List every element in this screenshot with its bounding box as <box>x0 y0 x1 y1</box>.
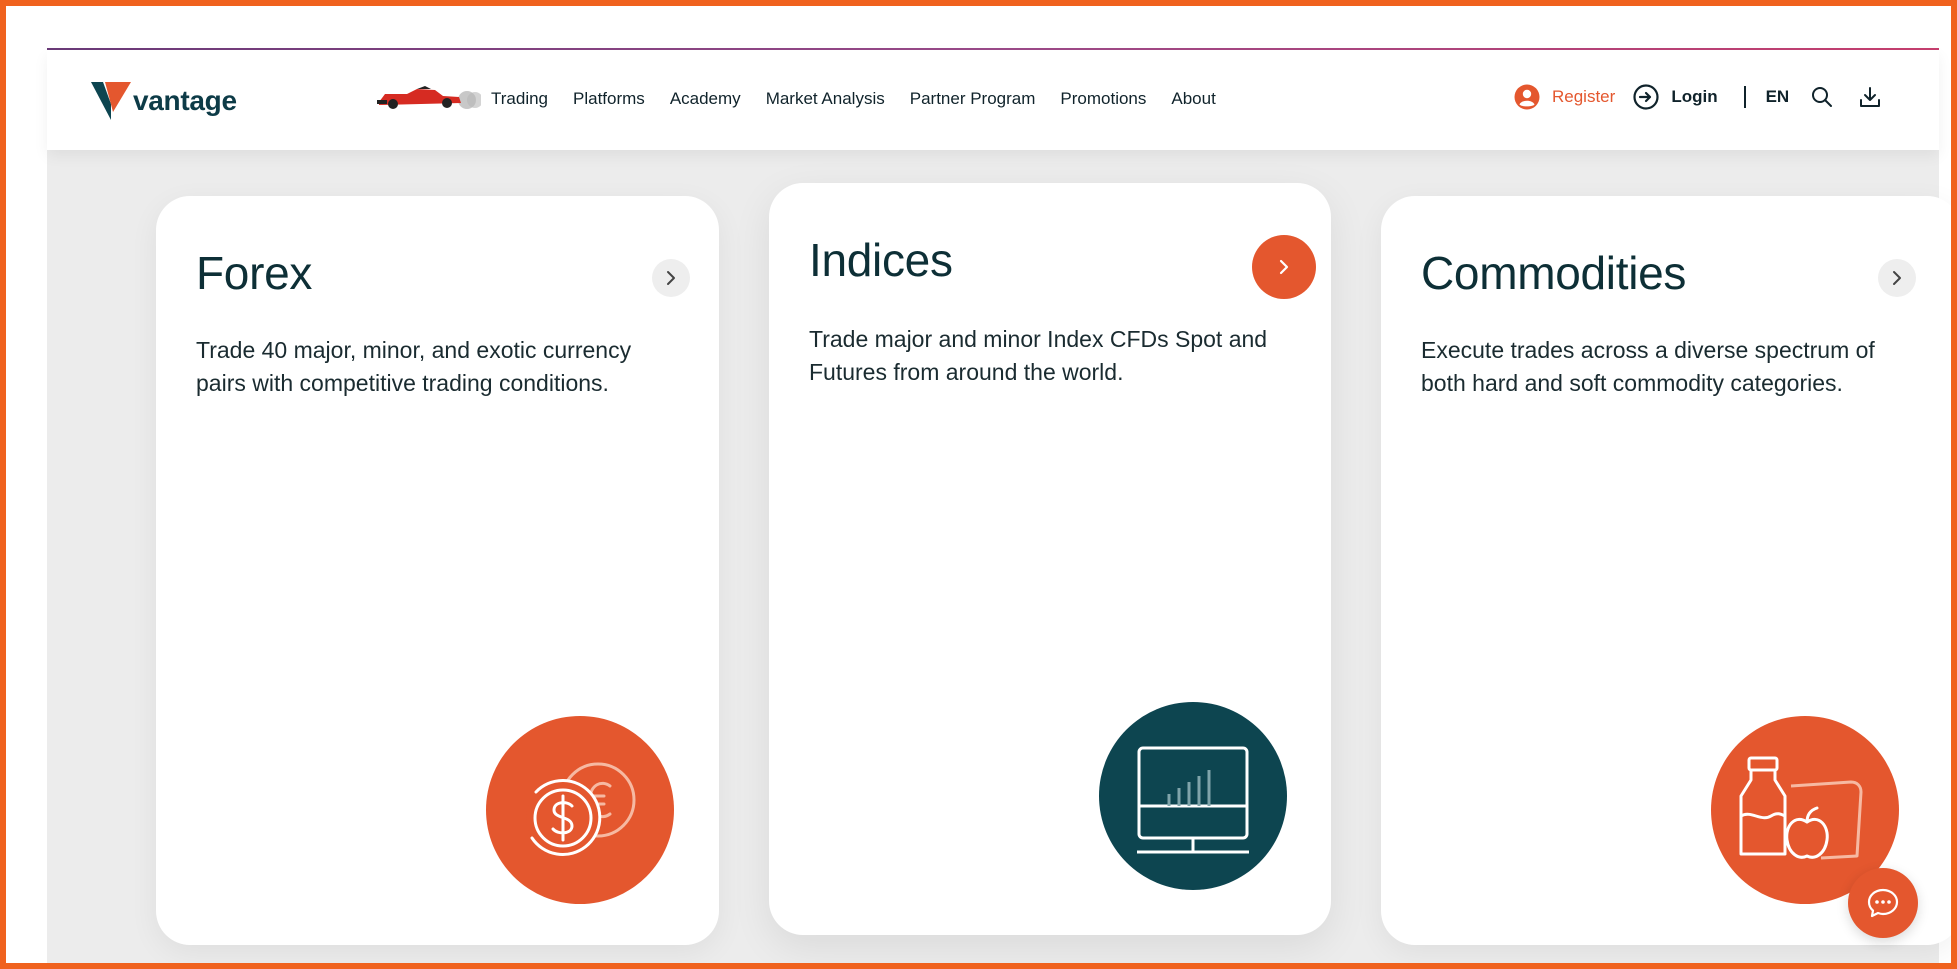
card-title: Commodities <box>1421 247 1687 299</box>
menu-item-academy[interactable]: Academy <box>670 89 741 109</box>
vantage-logo[interactable]: vantage <box>91 82 237 120</box>
chevron-right-icon <box>1893 271 1901 285</box>
menu-item-about[interactable]: About <box>1171 89 1215 109</box>
monitor-chart-icon <box>1099 702 1287 890</box>
card-title: Indices <box>809 234 953 286</box>
forex-arrow-button[interactable] <box>652 259 690 297</box>
menu-item-platforms[interactable]: Platforms <box>573 89 645 109</box>
card-title: Forex <box>196 247 313 299</box>
download-icon <box>1860 87 1881 107</box>
register-button[interactable]: Register <box>1514 84 1615 110</box>
nav-actions: Register Login EN <box>1514 84 1881 110</box>
search-icon <box>1812 87 1833 107</box>
menu-item-market-analysis[interactable]: Market Analysis <box>766 89 885 109</box>
racing-car-icon[interactable] <box>377 86 483 115</box>
chevron-right-icon <box>667 271 675 285</box>
download-button[interactable] <box>1859 86 1881 108</box>
chat-button[interactable] <box>1848 868 1918 938</box>
search-button[interactable] <box>1811 86 1833 108</box>
commodities-arrow-button[interactable] <box>1878 259 1916 297</box>
menu-item-promotions[interactable]: Promotions <box>1060 89 1146 109</box>
card-description: Trade major and minor Index CFDs Spot an… <box>809 326 1268 385</box>
language-selector[interactable]: EN <box>1766 87 1790 107</box>
nav-divider <box>1743 86 1746 108</box>
page-frame: vantage Trading Platforms Academy Market… <box>0 0 1957 969</box>
chat-bubble-icon <box>1867 888 1899 918</box>
menu-item-trading[interactable]: Trading <box>491 89 548 109</box>
commodities-card[interactable]: Commodities Execute trades across a dive… <box>1381 196 1951 945</box>
register-label: Register <box>1552 87 1616 106</box>
login-button[interactable]: Login <box>1633 84 1718 110</box>
login-label: Login <box>1671 87 1718 106</box>
vantage-logo-icon <box>91 82 131 120</box>
login-icon <box>1633 84 1659 110</box>
forex-card[interactable]: Forex Trade 40 major, minor, and exotic … <box>156 196 719 945</box>
menu-item-partner-program[interactable]: Partner Program <box>910 89 1036 109</box>
card-description: Trade 40 major, minor, and exotic curren… <box>196 337 632 396</box>
product-cards-section: Forex Trade 40 major, minor, and exotic … <box>47 150 1951 963</box>
indices-card[interactable]: Indices Trade major and minor Index CFDs… <box>769 183 1331 935</box>
main-menu: Trading Platforms Academy Market Analysi… <box>491 89 1216 109</box>
chevron-right-icon <box>1279 259 1289 275</box>
navigation-bar: vantage Trading Platforms Academy Market… <box>47 50 1939 150</box>
brand-name: vantage <box>133 85 237 116</box>
indices-arrow-button[interactable] <box>1252 235 1316 299</box>
user-icon <box>1514 84 1540 110</box>
card-description: Execute trades across a diverse spectrum… <box>1421 337 1875 396</box>
currency-coins-icon <box>486 716 674 904</box>
